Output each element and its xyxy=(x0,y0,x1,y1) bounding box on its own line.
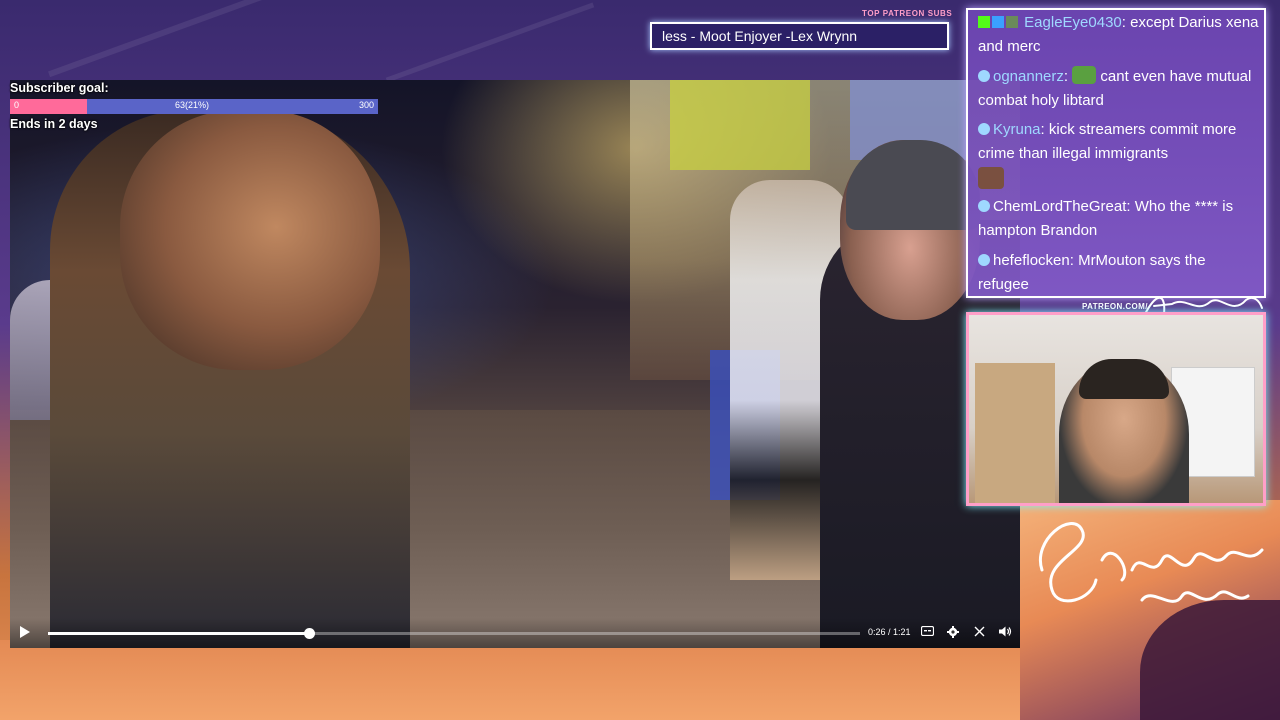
subscriber-goal-max: 300 xyxy=(358,100,374,110)
moderator-badge-icon xyxy=(978,16,990,28)
video-person-left-head xyxy=(120,110,380,370)
chat-badge-icon xyxy=(978,70,990,82)
patreon-subs-ticker-text: less - Moot Enjoyer -Lex Wrynn xyxy=(662,28,858,44)
chat-badge-icon xyxy=(978,254,990,266)
webcam-shelf xyxy=(975,363,1055,503)
background-streak xyxy=(48,0,332,78)
subscriber-goal-title: Subscriber goal: xyxy=(10,81,109,95)
chat-message: Kyruna: kick streamers commit more crime… xyxy=(978,118,1260,189)
seek-bar-played xyxy=(48,632,309,635)
subscriber-goal-fill xyxy=(10,99,88,114)
chat-badge-icon xyxy=(978,123,990,135)
patreon-subs-ticker: less - Moot Enjoyer -Lex Wrynn xyxy=(650,22,949,50)
chat-username[interactable]: ognannerz xyxy=(993,68,1064,85)
webcam-feed xyxy=(966,312,1266,506)
subscriber-goal-min: 0 xyxy=(14,100,20,110)
background-streak xyxy=(385,2,595,83)
chat-message: ognannerz: cant even have mutual combat … xyxy=(978,65,1260,113)
chat-username[interactable]: Kyruna xyxy=(993,121,1041,138)
seek-bar-thumb[interactable] xyxy=(303,628,315,639)
captions-icon[interactable] xyxy=(920,625,934,640)
seek-bar[interactable] xyxy=(48,628,860,639)
something-else-logo xyxy=(1038,522,1264,603)
player-controls: 0:26 / 1:21 xyxy=(10,618,1020,648)
exit-fullscreen-icon[interactable] xyxy=(972,626,986,640)
top-patreon-subs-label: TOP PATREON SUBS xyxy=(862,9,953,18)
play-icon[interactable] xyxy=(20,626,30,638)
pepe-emote-icon xyxy=(1072,66,1097,84)
chat-text-prefix: : xyxy=(1063,68,1073,85)
webcam-streamer-hair xyxy=(1079,359,1169,399)
video-awning xyxy=(670,80,810,170)
chat-message: EagleEye0430: except Darius xena and mer… xyxy=(978,11,1260,59)
subscriber-goal-progress: 63(21%) xyxy=(175,100,210,110)
chat-message: ChemLordTheGreat: Who the **** is hampto… xyxy=(978,195,1260,243)
verified-badge-icon xyxy=(992,16,1004,28)
time-display: 0:26 / 1:21 xyxy=(868,627,911,637)
subscriber-goal-bar: 0 63(21%) 300 xyxy=(10,99,378,114)
subscriber-badge-icon xyxy=(1006,16,1018,28)
chat-username[interactable]: ChemLordTheGreat xyxy=(993,198,1126,215)
video-player[interactable] xyxy=(10,80,1020,648)
face-emote-icon xyxy=(978,167,1004,189)
volume-icon[interactable] xyxy=(998,626,1012,640)
chat-panel: EagleEye0430: except Darius xena and mer… xyxy=(966,8,1266,298)
settings-gear-icon[interactable] xyxy=(946,626,960,640)
chat-badge-icon xyxy=(978,200,990,212)
chat-username[interactable]: EagleEye0430 xyxy=(1024,14,1122,31)
subscriber-goal-ends: Ends in 2 days xyxy=(10,117,98,131)
chat-username[interactable]: hefeflocken xyxy=(993,252,1070,269)
